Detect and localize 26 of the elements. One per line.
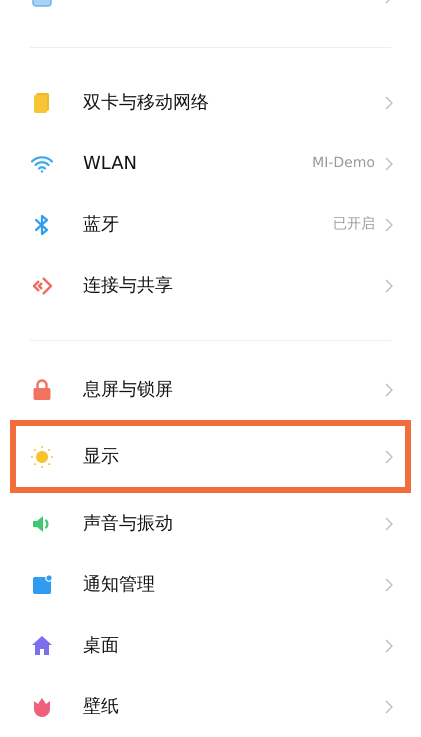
home-icon xyxy=(30,634,54,658)
sun-icon xyxy=(30,444,54,468)
chevron-icon xyxy=(385,156,393,170)
chevron-icon xyxy=(385,578,393,592)
row-value: 已开启 xyxy=(333,215,375,234)
row-label: 壁纸 xyxy=(83,695,119,719)
row-label: 息屏与锁屏 xyxy=(83,378,173,402)
row-label: WLAN xyxy=(83,152,138,176)
row-value: MI-Demo xyxy=(312,154,375,173)
row-label: 连接与共享 xyxy=(83,274,173,298)
notification-icon xyxy=(30,572,54,596)
chevron-icon xyxy=(385,218,393,232)
row-label: 双卡与移动网络 xyxy=(83,91,209,115)
row-label: 显示 xyxy=(83,445,119,469)
chevron-icon xyxy=(385,700,393,714)
row-label: 桌面 xyxy=(83,634,119,658)
chevron-icon xyxy=(385,638,393,652)
chevron-icon xyxy=(385,96,393,110)
chevron-icon xyxy=(385,516,393,530)
row-label: 通知管理 xyxy=(83,573,155,597)
row-label: 声音与振动 xyxy=(83,512,173,536)
chevron-icon xyxy=(385,382,393,396)
chevron-icon xyxy=(385,278,393,292)
chevron-icon xyxy=(385,450,393,464)
settings-row[interactable]: 显示 xyxy=(10,420,411,493)
row-label: 蓝牙 xyxy=(83,213,119,237)
